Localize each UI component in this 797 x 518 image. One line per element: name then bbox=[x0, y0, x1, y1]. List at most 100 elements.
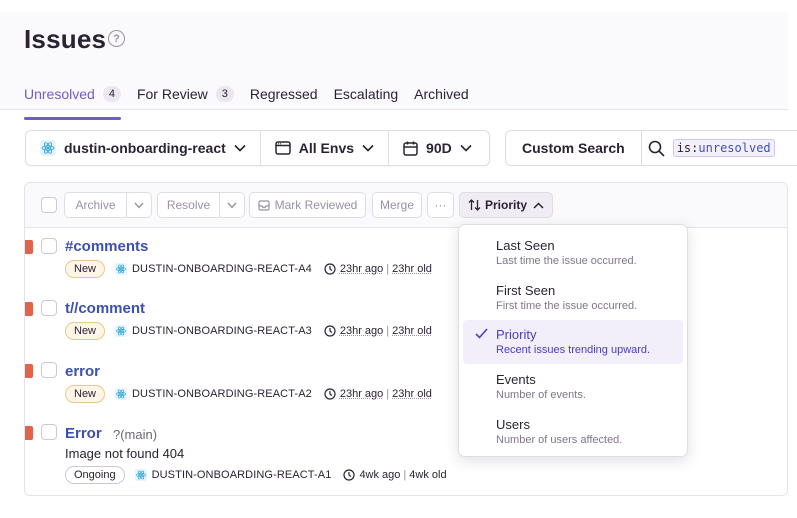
environment-filter-label: All Envs bbox=[299, 140, 354, 156]
tab-label: Unresolved bbox=[24, 86, 95, 102]
first-seen: 4wk old bbox=[409, 469, 446, 481]
issue-shortid[interactable]: DUSTIN-ONBOARDING-REACT-A2 bbox=[115, 388, 312, 400]
issue-times: 23hr ago | 23hr old bbox=[324, 263, 432, 275]
issue-meta: New DUSTIN-ONBOARDING-REACT-A2 23hr ago |… bbox=[65, 385, 432, 403]
issue-shortid-text: DUSTIN-ONBOARDING-REACT-A1 bbox=[152, 469, 332, 481]
issue-title-link[interactable]: error bbox=[65, 363, 100, 380]
priority-marker bbox=[24, 364, 33, 378]
resolve-options-button[interactable] bbox=[220, 192, 245, 218]
clock-icon bbox=[324, 325, 336, 337]
issue-times: 4wk ago | 4wk old bbox=[343, 469, 446, 481]
sort-dropdown-button[interactable]: Priority bbox=[459, 192, 553, 218]
tab-label: Escalating bbox=[334, 86, 399, 102]
tab-count: 3 bbox=[216, 86, 234, 102]
page-title: Issues bbox=[24, 24, 106, 55]
last-seen: 23hr ago bbox=[340, 263, 383, 275]
more-actions-button[interactable]: ··· bbox=[427, 192, 454, 218]
clock-icon bbox=[324, 388, 336, 400]
search-icon bbox=[648, 140, 665, 157]
issue-times: 23hr ago | 23hr old bbox=[324, 325, 432, 337]
sort-option-priority[interactable]: Priority Recent issues trending upward. bbox=[463, 320, 683, 364]
sort-option-description: Recent issues trending upward. bbox=[496, 344, 650, 356]
tab-count: 4 bbox=[103, 86, 121, 102]
first-seen: 23hr old bbox=[392, 263, 432, 275]
issue-title-link[interactable]: Error bbox=[65, 425, 102, 442]
page-filters: dustin-onboarding-react All Envs 90D bbox=[25, 130, 490, 166]
priority-marker bbox=[24, 302, 33, 316]
react-icon bbox=[115, 325, 127, 337]
archive-button[interactable]: Archive bbox=[64, 192, 127, 218]
help-icon[interactable]: ? bbox=[108, 30, 125, 47]
chevron-down-icon bbox=[234, 144, 246, 152]
archive-options-button[interactable] bbox=[127, 192, 152, 218]
sort-option-last-seen[interactable]: Last Seen Last time the issue occurred. bbox=[463, 231, 683, 273]
issue-shortid[interactable]: DUSTIN-ONBOARDING-REACT-A1 bbox=[135, 469, 332, 481]
merge-button[interactable]: Merge bbox=[372, 192, 422, 218]
calendar-icon bbox=[403, 141, 418, 156]
tab-for-review[interactable]: For Review 3 bbox=[137, 80, 234, 108]
sort-option-label: Events bbox=[496, 372, 536, 387]
tab-label: Archived bbox=[414, 86, 468, 102]
issue-message: Image not found 404 bbox=[65, 446, 184, 461]
sort-option-events[interactable]: Events Number of events. bbox=[463, 365, 683, 407]
react-icon bbox=[115, 263, 127, 275]
issue-shortid[interactable]: DUSTIN-ONBOARDING-REACT-A4 bbox=[115, 263, 312, 275]
mark-reviewed-label: Mark Reviewed bbox=[275, 198, 358, 212]
resolve-button[interactable]: Resolve bbox=[157, 192, 220, 218]
issue-times: 23hr ago | 23hr old bbox=[324, 388, 432, 400]
issue-shortid-text: DUSTIN-ONBOARDING-REACT-A2 bbox=[132, 388, 312, 400]
sort-option-label: Last Seen bbox=[496, 238, 555, 253]
priority-marker bbox=[24, 240, 33, 254]
issue-meta: New DUSTIN-ONBOARDING-REACT-A4 23hr ago |… bbox=[65, 260, 432, 278]
issue-title-link[interactable]: #comments bbox=[65, 238, 148, 255]
issue-search[interactable]: Custom Search is:unresolved bbox=[505, 130, 797, 166]
chevron-up-icon bbox=[533, 202, 544, 209]
priority-marker bbox=[24, 426, 33, 440]
inbox-icon bbox=[258, 200, 270, 211]
react-icon bbox=[135, 469, 147, 481]
react-icon bbox=[40, 140, 56, 156]
project-filter-label: dustin-onboarding-react bbox=[64, 140, 226, 156]
date-filter-label: 90D bbox=[426, 140, 452, 156]
sort-label: Priority bbox=[485, 198, 527, 212]
sort-option-users[interactable]: Users Number of users affected. bbox=[463, 410, 683, 452]
window-icon bbox=[275, 141, 291, 155]
mark-reviewed-button[interactable]: Mark Reviewed bbox=[249, 192, 366, 218]
sort-option-label: Users bbox=[496, 417, 530, 432]
environment-filter[interactable]: All Envs bbox=[260, 131, 388, 165]
search-token[interactable]: is:unresolved bbox=[673, 139, 775, 157]
sort-option-description: Last time the issue occurred. bbox=[496, 255, 637, 267]
issue-meta: New DUSTIN-ONBOARDING-REACT-A3 23hr ago |… bbox=[65, 322, 432, 340]
issue-shortid-text: DUSTIN-ONBOARDING-REACT-A3 bbox=[132, 325, 312, 337]
chevron-down-icon bbox=[460, 144, 472, 152]
clock-icon bbox=[343, 469, 355, 481]
search-token-value: unresolved bbox=[698, 141, 770, 155]
tab-escalating[interactable]: Escalating bbox=[334, 80, 399, 108]
issue-title-link[interactable]: t//comment bbox=[65, 300, 145, 317]
react-icon bbox=[115, 388, 127, 400]
saved-search-dropdown[interactable]: Custom Search bbox=[506, 131, 642, 165]
status-badge: Ongoing bbox=[65, 466, 125, 484]
issue-checkbox[interactable] bbox=[41, 362, 57, 378]
sort-option-first-seen[interactable]: First Seen First time the issue occurred… bbox=[463, 276, 683, 318]
last-seen: 23hr ago bbox=[340, 325, 383, 337]
issue-shortid[interactable]: DUSTIN-ONBOARDING-REACT-A3 bbox=[115, 325, 312, 337]
sort-option-description: First time the issue occurred. bbox=[496, 300, 637, 312]
issue-checkbox[interactable] bbox=[41, 238, 57, 254]
status-badge: New bbox=[65, 385, 105, 403]
first-seen: 23hr old bbox=[392, 325, 432, 337]
status-badge: New bbox=[65, 260, 105, 278]
tab-unresolved[interactable]: Unresolved 4 bbox=[24, 80, 121, 108]
tab-regressed[interactable]: Regressed bbox=[250, 80, 318, 108]
issue-checkbox[interactable] bbox=[41, 300, 57, 316]
last-seen: 4wk ago bbox=[359, 469, 400, 481]
date-filter[interactable]: 90D bbox=[388, 131, 486, 165]
bulk-action-bar: Archive Resolve Mark Reviewed Merge ··· … bbox=[25, 183, 787, 228]
select-all-checkbox[interactable] bbox=[41, 197, 57, 213]
project-filter[interactable]: dustin-onboarding-react bbox=[26, 131, 260, 165]
tab-archived[interactable]: Archived bbox=[414, 80, 468, 108]
sort-option-description: Number of events. bbox=[496, 389, 586, 401]
issue-culprit: ?(main) bbox=[113, 427, 157, 442]
issue-checkbox[interactable] bbox=[41, 424, 57, 440]
page-header: Issues ? Unresolved 4 For Review 3 Regre… bbox=[0, 12, 788, 110]
